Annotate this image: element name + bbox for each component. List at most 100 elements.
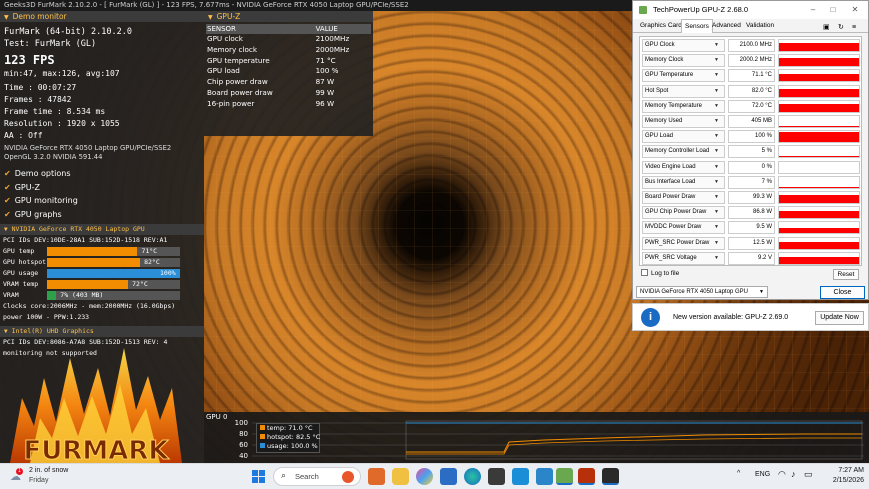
sensor-name-dropdown[interactable]: GPU Chip Power Draw [642,206,725,220]
taskbar-app-store-icon[interactable] [488,468,505,485]
option-gpu-z[interactable]: ✔ GPU-Z [0,181,204,195]
sensor-name-dropdown[interactable]: Video Engine Load [642,160,725,174]
chevron-down-icon[interactable]: ▼ [714,39,719,52]
sensor-row: Hot Spot ▼ 82.0 °C [642,84,860,98]
sensor-name-dropdown[interactable]: Memory Temperature [642,99,725,113]
chevron-down-icon: ▼ [759,289,764,295]
gpu-z-title: TechPowerUp GPU-Z 2.68.0 [653,5,749,14]
chevron-down-icon[interactable]: ▼ [714,130,719,143]
demo-stats: FurMark (64-bit) 2.10.2.0 Test: FurMark … [0,22,204,162]
tab-validation[interactable]: Validation [743,19,777,33]
language-indicator[interactable]: ENG [755,471,770,478]
sensor-graph [778,69,860,83]
sensor-name-dropdown[interactable]: PWR_SRC Power Draw [642,236,725,250]
chevron-down-icon[interactable]: ▼ [714,221,719,234]
camera-icon[interactable]: ▣ [823,21,830,35]
update-now-button[interactable]: Update Now [815,311,864,325]
sensor-name-dropdown[interactable]: PWR_SRC Voltage [642,251,725,265]
sensor-name-dropdown[interactable]: Board Power Draw [642,191,725,204]
sensor-name-dropdown[interactable]: Memory Clock [642,54,725,68]
taskbar-app-edge-icon[interactable] [464,468,481,485]
gpu-z-overlay-header[interactable]: ▼ GPU-Z [204,11,373,22]
intel-gpu-header[interactable]: ▼ Intel(R) UHD Graphics [0,326,204,337]
chevron-down-icon[interactable]: ▼ [714,252,719,265]
overlay-sensor-value: 96 W [315,98,335,108]
option-gpu-monitoring[interactable]: ✔ GPU monitoring [0,194,204,208]
taskbar-app-furmark-render-icon[interactable] [602,468,619,485]
close-button[interactable]: Close [820,286,865,299]
overlay-sensor-row: GPU load 100 % [206,66,371,77]
overlay-sensor-name: GPU load [207,66,240,76]
chevron-down-icon[interactable]: ▼ [714,115,719,128]
sensor-bar-track [47,247,180,256]
taskbar-app-browser-icon[interactable] [368,468,385,485]
close-icon[interactable]: ✕ [845,1,865,19]
option-gpu-graphs[interactable]: ✔ GPU graphs [0,208,204,222]
sensor-name-dropdown[interactable]: Hot Spot [642,84,725,98]
log-to-file-checkbox[interactable]: Log to file [641,269,679,279]
sensor-name-dropdown[interactable]: GPU Load [642,130,725,144]
sensor-bar-fill [47,280,129,289]
menu-icon[interactable]: ≡ [852,21,856,35]
sensor-label: GPU temp [3,247,35,255]
taskbar-app-gpuz-icon[interactable] [556,468,573,485]
minimize-icon[interactable]: – [803,1,823,19]
chevron-down-icon[interactable]: ▼ [714,237,719,250]
chevron-down-icon[interactable]: ▼ [714,191,719,204]
sensor-name-dropdown[interactable]: Memory Used [642,115,725,128]
chevron-down-icon[interactable]: ▼ [714,145,719,158]
sensor-graph [778,130,860,144]
demo-monitor-header[interactable]: ▼ Demo monitor [0,11,204,22]
gpu-select-dropdown[interactable]: NVIDIA GeForce RTX 4050 Laptop GPU ▼ [636,286,768,298]
chevron-down-icon[interactable]: ▼ [714,206,719,219]
start-button[interactable] [250,468,267,485]
frames-readout: Frames : 47842 [4,95,72,104]
system-clock[interactable]: 7:27 AM 2/15/2026 [820,466,864,486]
sensor-list[interactable]: GPU Clock ▼ 2100.0 MHz Memory Clock ▼ 2000.2 … [639,36,862,266]
sensor-name-dropdown[interactable]: Bus Interface Load [642,175,725,189]
reset-button[interactable]: Reset [833,269,859,280]
sensor-row: GPU Chip Power Draw ▼ 86.8 W [642,206,860,220]
taskbar-search[interactable]: ⌕ Search [273,467,361,486]
taskbar-app-mail-icon[interactable] [440,468,457,485]
nvidia-power: power 100W - PPW:1.233 [3,313,90,321]
taskbar-app-outlook-icon[interactable] [512,468,529,485]
sensor-row: GPU Clock ▼ 2100.0 MHz [642,39,860,52]
sensor-name-dropdown[interactable]: GPU Clock [642,39,725,52]
sensor-name-dropdown[interactable]: MVDDC Power Draw [642,221,725,235]
chevron-down-icon[interactable]: ▼ [714,100,719,113]
maximize-icon[interactable]: □ [823,1,843,19]
volume-icon[interactable]: ♪ [791,469,796,479]
checkmark-icon: ✔ [4,169,11,178]
sensor-row: Memory Clock ▼ 2000.2 MHz [642,54,860,68]
update-notification: i New version available: GPU-Z 2.69.0 Up… [632,303,869,331]
taskbar-app-furmark-icon[interactable] [578,468,595,485]
sensor-name-dropdown[interactable]: Memory Controller Load [642,145,725,159]
gpu-z-titlebar[interactable]: TechPowerUp GPU-Z 2.68.0 – □ ✕ [633,1,868,19]
chevron-up-icon[interactable]: ^ [737,470,740,477]
sensor-graph [778,175,860,189]
taskbar-app-copilot-icon[interactable] [416,468,433,485]
clock-date: 2/15/2026 [832,477,864,484]
taskbar-app-photos-icon[interactable] [536,468,553,485]
chevron-down-icon[interactable]: ▼ [714,54,719,67]
tab-advanced[interactable]: Advanced [709,19,744,33]
chevron-down-icon[interactable]: ▼ [714,69,719,82]
nvidia-gpu-header[interactable]: ▼ NVIDIA GeForce RTX 4050 Laptop GPU [0,224,204,235]
chevron-down-icon[interactable]: ▼ [714,85,719,98]
wifi-icon[interactable]: ◠ [778,469,786,480]
sensor-graph [778,54,860,68]
refresh-icon[interactable]: ↻ [838,21,844,35]
option-demo-options[interactable]: ✔ Demo options [0,167,204,181]
nvidia-sensor-row: VRAM temp 72°C [0,279,204,290]
chevron-down-icon[interactable]: ▼ [714,176,719,189]
sensor-row: GPU Temperature ▼ 71.1 °C [642,69,860,83]
battery-icon[interactable]: ▭ [804,469,813,480]
intel-gpu-title: Intel(R) UHD Graphics [11,327,94,335]
chevron-down-icon[interactable]: ▼ [714,161,719,174]
tab-graphics-card[interactable]: Graphics Card [637,19,685,33]
taskbar-app-files-icon[interactable] [392,468,409,485]
overlay-sensor-value: 99 W [315,87,335,97]
sensor-name-dropdown[interactable]: GPU Temperature [642,69,725,83]
app-version: FurMark (64-bit) 2.10.2.0 [4,27,132,37]
